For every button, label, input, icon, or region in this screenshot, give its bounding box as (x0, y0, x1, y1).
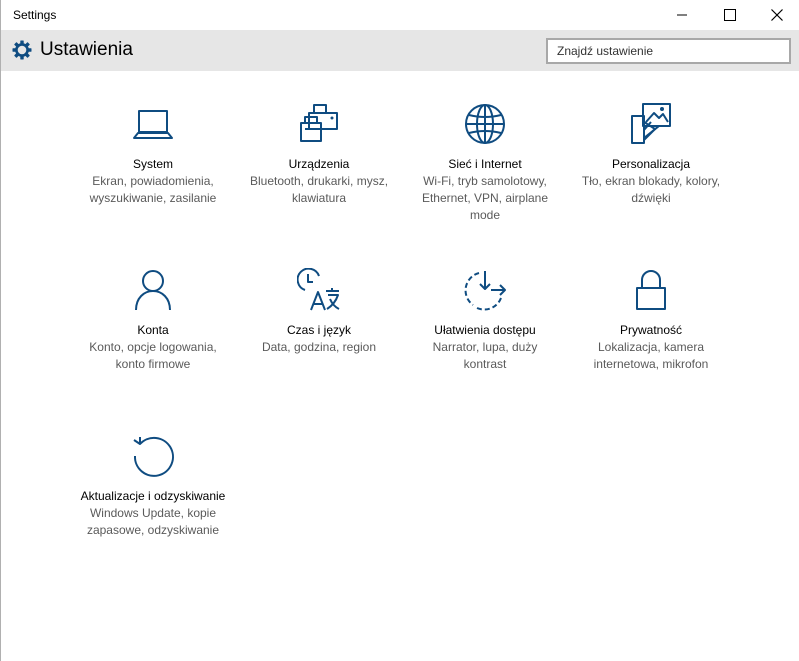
tile-description: Ekran, powiadomienia, wyszukiwanie, zasi… (89, 174, 217, 205)
close-icon (771, 9, 783, 21)
person-icon (135, 270, 171, 311)
tile-description: Tło, ekran blokady, kolory, dźwięki (581, 174, 721, 205)
tile-ease-of-access[interactable]: Ułatwienia dostępu Narrator, lupa, duży … (410, 268, 560, 373)
tile-description: Konto, opcje logowania, konto firmowe (89, 340, 217, 371)
laptop-icon (133, 110, 173, 139)
minimize-icon (677, 14, 687, 16)
page-title: Ustawienia (40, 39, 133, 60)
maximize-icon (724, 9, 736, 21)
tile-name: Czas i język (286, 323, 351, 337)
settings-window: Settings Ustawienia Znajdź ustawienie Sy… (0, 0, 799, 661)
window-title: Settings (13, 8, 57, 22)
globe-icon (465, 104, 505, 144)
gear-icon (12, 40, 32, 60)
minimize-button[interactable] (659, 0, 705, 30)
tile-devices[interactable]: Urządzenia Bluetooth, drukarki, mysz, kl… (244, 102, 394, 207)
time-language-icon (297, 268, 340, 311)
printer-icon (300, 104, 338, 142)
close-button[interactable] (754, 0, 799, 30)
tile-time-language[interactable]: Czas i język Data, godzina, region (244, 268, 394, 356)
tile-personalization[interactable]: Personalizacja Tło, ekran blokady, kolor… (576, 102, 726, 207)
tile-description: Narrator, lupa, duży kontrast (432, 340, 538, 371)
update-icon (133, 436, 174, 477)
tile-name: Aktualizacje i odzyskiwanie (80, 489, 226, 503)
ease-of-access-icon (464, 271, 506, 311)
maximize-button[interactable] (707, 0, 753, 30)
tile-description: Data, godzina, region (261, 340, 377, 354)
tile-system[interactable]: System Ekran, powiadomienia, wyszukiwani… (78, 102, 228, 207)
tile-accounts[interactable]: Konta Konto, opcje logowania, konto firm… (78, 268, 228, 373)
tile-privacy[interactable]: Prywatność Lokalizacja, kamera interneto… (576, 268, 726, 373)
tile-network[interactable]: Sieć i Internet Wi-Fi, tryb samolotowy, … (410, 102, 560, 224)
tile-update-recovery[interactable]: Aktualizacje i odzyskiwanie Windows Upda… (78, 434, 228, 539)
tile-description: Lokalizacja, kamera internetowa, mikrofo… (593, 340, 709, 371)
lock-icon (636, 270, 666, 310)
tile-name: Prywatność (619, 323, 683, 337)
tile-description: Bluetooth, drukarki, mysz, klawiatura (249, 174, 389, 205)
tile-name: Personalizacja (611, 157, 691, 171)
tile-name: Ułatwienia dostępu (434, 323, 536, 337)
tile-description: Windows Update, kopie zapasowe, odzyskiw… (86, 506, 220, 537)
settings-header: Ustawienia (1, 30, 799, 71)
tile-name: Konta (137, 323, 169, 337)
tile-name: System (132, 157, 173, 171)
search-input[interactable] (546, 38, 791, 64)
tile-description: Wi-Fi, tryb samolotowy, Ethernet, VPN, a… (421, 174, 549, 222)
tile-name: Sieć i Internet (448, 157, 522, 171)
personalization-icon (631, 103, 671, 144)
title-bar[interactable]: Settings (1, 0, 799, 30)
tile-name: Urządzenia (288, 157, 350, 171)
